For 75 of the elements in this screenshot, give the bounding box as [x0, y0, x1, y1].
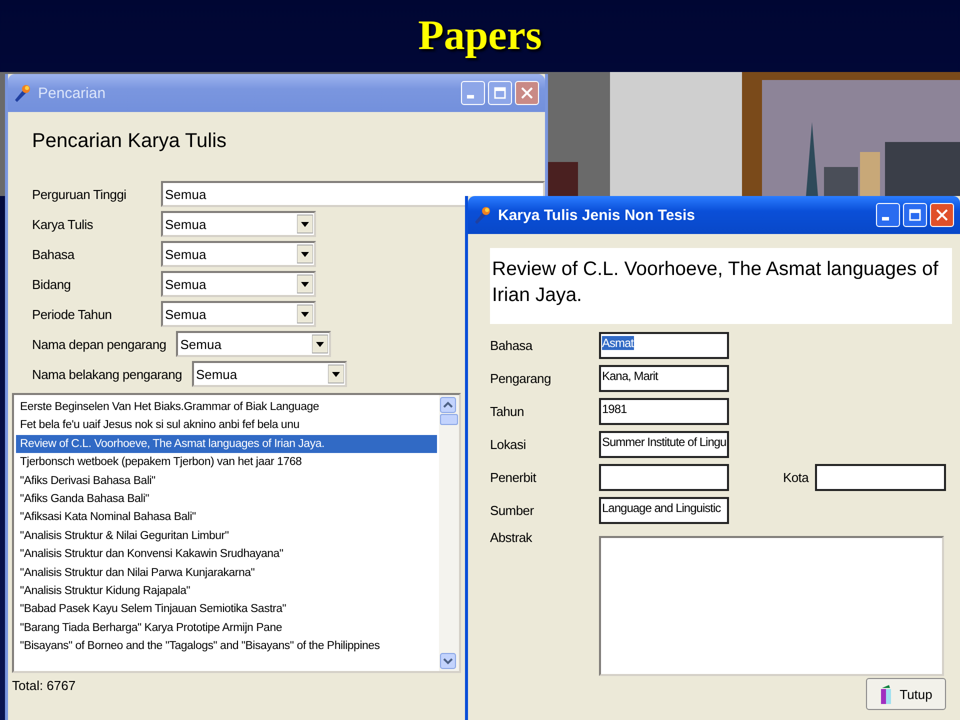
dropdown-field[interactable]: Semua — [161, 241, 316, 267]
scrollbar[interactable] — [439, 395, 459, 671]
status-text: Total: 6767 — [11, 677, 77, 695]
field-label: Tahun — [490, 404, 525, 419]
field-label: Nama belakang pengarang — [32, 366, 182, 382]
field-label: Lokasi — [490, 437, 527, 452]
text-field[interactable]: Kana, Marit — [599, 365, 729, 392]
close-button[interactable]: Tutup — [866, 678, 946, 710]
scroll-down-icon[interactable] — [440, 653, 456, 669]
maximize-button[interactable] — [903, 203, 927, 227]
maximize-button[interactable] — [488, 81, 512, 105]
text-field[interactable] — [599, 464, 729, 491]
field-label: Periode Tahun — [32, 306, 113, 322]
result-item[interactable]: Tjerbonsch wetboek (pepakem Tjerbon) van het jaar 1768 — [16, 453, 437, 472]
dropdown-arrow-icon — [297, 244, 313, 264]
dropdown-field[interactable]: Semua — [161, 211, 316, 237]
result-item[interactable]: "Analisis Struktur dan Konvensi Kakawin Srudhayana" — [16, 545, 437, 564]
field-label: Penerbit — [490, 470, 538, 485]
field-label: Bahasa — [490, 338, 534, 353]
paper-title: Review of C.L. Voorhoeve, The Asmat languages of Irian Jaya. — [490, 248, 952, 324]
slide-title: Papers — [418, 12, 542, 60]
field-label: Abstrak — [490, 530, 534, 545]
dropdown-field[interactable]: Semua — [176, 331, 332, 357]
field-label: Sumber — [490, 503, 535, 518]
result-item[interactable]: "Afiks Derivasi Bahasa Bali" — [16, 472, 437, 490]
minimize-icon — [882, 217, 889, 221]
form-heading: Pencarian Karya Tulis — [32, 130, 228, 153]
dropdown-field[interactable]: Semua — [161, 301, 316, 327]
dropdown-arrow-icon — [312, 334, 328, 354]
minimize-button[interactable] — [876, 203, 900, 227]
torch-icon — [12, 83, 32, 103]
window-title: Karya Tulis Jenis Non Tesis — [498, 206, 696, 224]
result-item[interactable]: "Analisis Struktur & Nilai Geguritan Limbur" — [16, 526, 437, 546]
field-label: Nama depan pengarang — [32, 336, 166, 352]
result-item[interactable]: "Afiksasi Kata Nominal Bahasa Bali" — [16, 508, 437, 527]
result-item[interactable]: "Analisis Struktur Kidung Rajapala" — [16, 582, 437, 600]
bin-icon — [880, 684, 892, 704]
field-label: Karya Tulis — [32, 216, 94, 232]
minimize-button[interactable] — [461, 81, 485, 105]
maximize-icon — [909, 209, 921, 221]
close-icon — [936, 209, 948, 221]
result-item[interactable]: "Bisayans" of Borneo and the "Tagalogs" and "Bisayans" of the Philippines — [16, 637, 437, 656]
text-field[interactable]: Language and Linguistic — [599, 497, 729, 524]
text-field[interactable]: Asmat — [599, 332, 729, 359]
dropdown-field[interactable]: Semua — [161, 181, 545, 207]
field-label: Kota — [783, 470, 809, 485]
result-item[interactable]: "Afiks Ganda Bahasa Bali" — [16, 490, 437, 508]
result-item[interactable]: "Analisis Struktur dan Nilai Parwa Kunjarakarna" — [16, 564, 437, 582]
result-item[interactable]: Fet bela fe'u uaif Jesus nok si sul aknino anbi fef bela unu — [16, 416, 437, 435]
field-label: Pengarang — [490, 371, 552, 386]
field-label: Perguruan Tinggi — [32, 186, 128, 202]
dropdown-arrow-icon — [328, 364, 344, 384]
dropdown-arrow-icon — [297, 214, 313, 234]
scroll-up-icon[interactable] — [440, 397, 456, 413]
result-item[interactable]: "Barang Tiada Berharga" Karya Prototipe Armijn Pane — [16, 618, 437, 638]
field-label: Bahasa — [32, 246, 76, 262]
text-field[interactable] — [814, 464, 946, 491]
maximize-icon — [494, 87, 506, 99]
field-label: Bidang — [32, 276, 72, 292]
scroll-thumb[interactable] — [440, 414, 458, 425]
dropdown-arrow-icon — [297, 274, 313, 294]
window-title: Pencarian — [38, 84, 107, 102]
close-button[interactable] — [515, 81, 539, 105]
result-item[interactable]: "Babad Pasek Kayu Selem Tinjauan Semiotika Sastra" — [16, 600, 437, 619]
dropdown-arrow-icon — [297, 304, 313, 324]
text-field[interactable]: 1981 — [599, 398, 729, 425]
dropdown-field[interactable]: Semua — [161, 271, 316, 297]
close-icon — [521, 87, 533, 99]
text-field[interactable]: Summer Institute of Lingu — [599, 431, 729, 458]
torch-icon — [472, 205, 492, 225]
result-item[interactable]: Eerste Beginselen Van Het Biaks.Grammar of Biak Language — [16, 398, 437, 416]
close-button[interactable] — [930, 203, 954, 227]
dropdown-field[interactable]: Semua — [192, 361, 347, 387]
minimize-icon — [467, 95, 474, 99]
result-item[interactable]: Review of C.L. Voorhoeve, The Asmat languages of Irian Jaya. — [16, 434, 437, 454]
